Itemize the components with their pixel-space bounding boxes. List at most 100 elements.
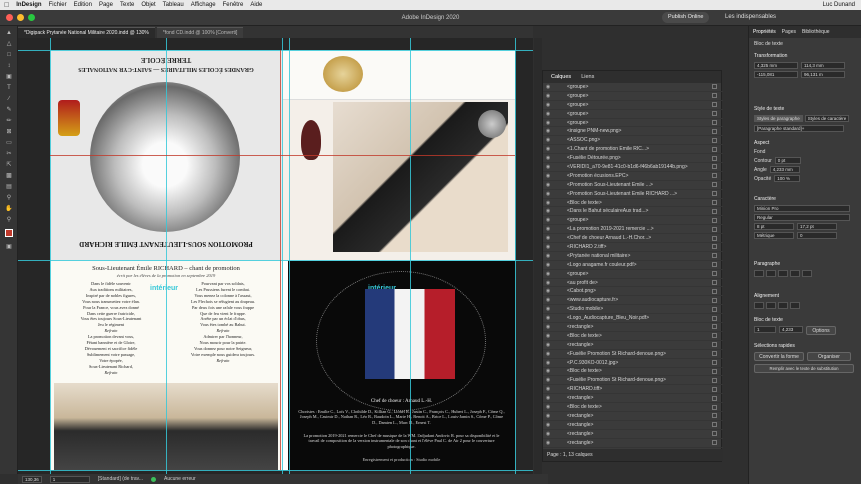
- layer-row[interactable]: ◉ <rectangle>: [543, 430, 723, 439]
- guide-vertical[interactable]: [289, 38, 290, 474]
- layer-row[interactable]: ◉ <groupe>: [543, 216, 723, 226]
- layer-select-box[interactable]: [712, 413, 717, 419]
- eye-icon[interactable]: ◉: [543, 297, 553, 303]
- layer-select-box[interactable]: [712, 164, 717, 170]
- layer-row[interactable]: ◉ <Promotion Sous-Lieutenant Émile ...>: [543, 181, 723, 190]
- menu-edition[interactable]: Edition: [74, 2, 92, 8]
- guide-vertical[interactable]: [282, 38, 283, 474]
- menu-fenetre[interactable]: Fenêtre: [223, 2, 244, 8]
- choristers-credits[interactable]: Choristes : Emilie C., Loïs V., Clothild…: [298, 409, 505, 425]
- preflight-profile[interactable]: [Standard] (de trav...: [98, 476, 143, 482]
- layer-row[interactable]: ◉ <VERIDI1_a70-9e81-41c0-b1d6-f46b6ab1914…: [543, 163, 723, 172]
- font-family-select[interactable]: Minion Pro: [754, 205, 850, 212]
- layer-select-box[interactable]: [712, 173, 717, 179]
- character-styles-tab[interactable]: Styles de caractère: [804, 115, 850, 122]
- font-style-select[interactable]: Regular: [754, 214, 850, 221]
- paragraph-styles-tab[interactable]: Styles de paragraphe: [754, 115, 803, 122]
- layer-row[interactable]: ◉ <rectangle>: [543, 341, 723, 350]
- guide-horizontal[interactable]: [18, 50, 533, 51]
- layer-row[interactable]: ◉ <Fusélie Promotion St Richard-denoue.pn…: [543, 350, 723, 359]
- eye-icon[interactable]: ◉: [543, 146, 553, 152]
- eye-icon[interactable]: ◉: [543, 431, 553, 437]
- layer-row[interactable]: ◉ <Studio mobile>: [543, 305, 723, 315]
- eye-icon[interactable]: ◉: [543, 191, 553, 197]
- type-tool-icon[interactable]: T: [3, 83, 15, 92]
- direct-selection-tool-icon[interactable]: △: [3, 39, 15, 48]
- layer-row[interactable]: ◉ <Bloc de texte>: [543, 199, 723, 208]
- collapsed-panel-strip[interactable]: [534, 38, 542, 474]
- layer-row[interactable]: ◉ <ASSOC.png>: [543, 136, 723, 146]
- opacity-field[interactable]: 100 %: [774, 175, 801, 182]
- pencil-tool-icon[interactable]: ✏: [3, 116, 15, 125]
- layer-select-box[interactable]: [712, 306, 717, 312]
- layer-select-box[interactable]: [712, 120, 717, 125]
- layer-select-box[interactable]: [712, 440, 717, 446]
- eye-icon[interactable]: ◉: [543, 155, 553, 161]
- eye-icon[interactable]: ◉: [543, 244, 553, 250]
- eye-icon[interactable]: ◉: [543, 413, 553, 419]
- eye-icon[interactable]: ◉: [543, 280, 553, 286]
- layer-row[interactable]: ◉ <Cabot.png>: [543, 287, 723, 297]
- eye-icon[interactable]: ◉: [543, 84, 553, 90]
- layer-row[interactable]: ◉ <Chef de choeur Arnaud L.-H.Chor...>: [543, 234, 723, 244]
- tab-liens[interactable]: Liens: [581, 74, 594, 80]
- layer-row[interactable]: ◉ <www.audiocapture.fr>: [543, 296, 723, 306]
- layer-row[interactable]: ◉ <Fusélie Promotion St Richard-denoue.pn…: [543, 376, 723, 386]
- eye-icon[interactable]: ◉: [543, 315, 553, 321]
- h-field[interactable]: 96,131 m: [801, 71, 845, 78]
- tab-proprietes[interactable]: Propriétés: [753, 29, 776, 35]
- guide-vertical[interactable]: [515, 38, 516, 474]
- layer-select-box[interactable]: [712, 297, 717, 303]
- layer-select-box[interactable]: [712, 280, 717, 286]
- menu-affichage[interactable]: Affichage: [191, 2, 216, 8]
- font-size-field[interactable]: 8 pt: [754, 223, 794, 230]
- layer-select-box[interactable]: [712, 84, 717, 90]
- alignment-buttons[interactable]: [754, 302, 856, 309]
- eye-icon[interactable]: ◉: [543, 120, 553, 126]
- leading-field[interactable]: 17,2 pt: [797, 223, 837, 230]
- eye-icon[interactable]: ◉: [543, 422, 553, 428]
- screen-mode-icon[interactable]: ▣: [3, 242, 15, 251]
- layer-row[interactable]: ◉ <RICHARD.tiff>: [543, 385, 723, 395]
- layer-select-box[interactable]: [712, 244, 717, 250]
- paragraph-style-select[interactable]: [Paragraphe standard]+: [754, 125, 844, 132]
- eye-icon[interactable]: ◉: [543, 271, 553, 277]
- menu-aide[interactable]: Aide: [250, 2, 262, 8]
- guide-vertical[interactable]: [50, 38, 51, 474]
- layer-select-box[interactable]: [712, 422, 717, 428]
- eye-icon[interactable]: ◉: [543, 288, 553, 294]
- options-button[interactable]: Options: [806, 326, 836, 335]
- eye-icon[interactable]: ◉: [543, 404, 553, 410]
- convert-shape-button[interactable]: Convertir la forme: [754, 352, 804, 361]
- content-collector-icon[interactable]: ▣: [3, 72, 15, 81]
- menu-texte[interactable]: Texte: [120, 2, 134, 8]
- w-field[interactable]: 114,3 mm: [801, 62, 845, 69]
- layer-select-box[interactable]: [712, 404, 717, 410]
- eye-icon[interactable]: ◉: [543, 386, 553, 392]
- layer-row[interactable]: ◉ <rectangle>: [543, 323, 723, 332]
- menu-page[interactable]: Page: [99, 2, 113, 8]
- layer-select-box[interactable]: [712, 111, 717, 117]
- layer-row[interactable]: ◉ <groupe>: [543, 270, 723, 279]
- eye-icon[interactable]: ◉: [543, 173, 553, 179]
- guide-horizontal[interactable]: [18, 260, 533, 261]
- eye-icon[interactable]: ◉: [543, 333, 553, 339]
- pen-tool-icon[interactable]: ✎: [3, 105, 15, 114]
- gap-tool-icon[interactable]: ↕: [3, 61, 15, 70]
- tracking-field[interactable]: 0: [797, 232, 837, 239]
- guide-horizontal[interactable]: [18, 470, 533, 471]
- eye-icon[interactable]: ◉: [543, 235, 553, 241]
- eyedropper-tool-icon[interactable]: ⚲: [3, 193, 15, 202]
- free-transform-tool-icon[interactable]: ⇱: [3, 160, 15, 169]
- menu-fichier[interactable]: Fichier: [49, 2, 67, 8]
- fill-stroke-swatch-icon[interactable]: [3, 226, 15, 240]
- eye-icon[interactable]: ◉: [543, 395, 553, 401]
- layer-row[interactable]: ◉ <Logo anagame.fr couleur.pdf>: [543, 261, 723, 270]
- corner-field[interactable]: 4,233 mm: [769, 166, 800, 173]
- layer-row[interactable]: ◉ <groupe>: [543, 119, 723, 128]
- selection-tool-icon[interactable]: ▲: [3, 28, 15, 37]
- layer-select-box[interactable]: [712, 368, 717, 374]
- layer-select-box[interactable]: [712, 271, 717, 277]
- layer-select-box[interactable]: [712, 102, 717, 108]
- eye-icon[interactable]: ◉: [543, 93, 553, 99]
